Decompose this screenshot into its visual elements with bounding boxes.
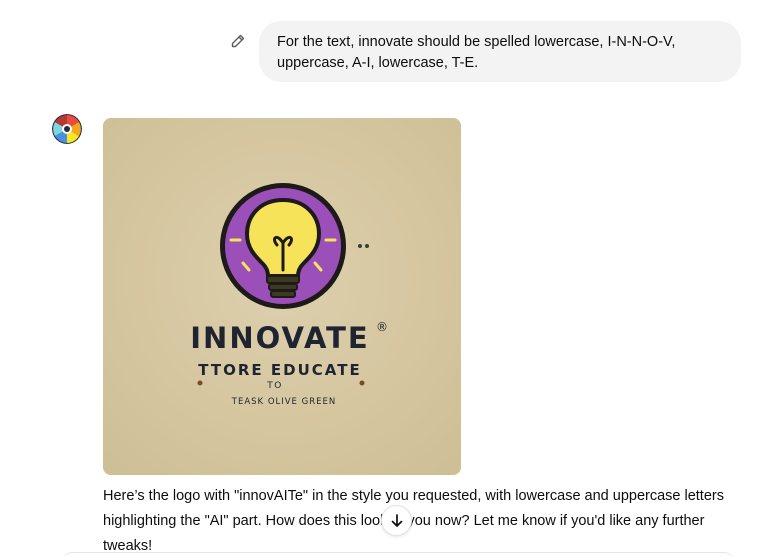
logo-brand-text: INNOVATE: [190, 321, 369, 355]
logo-tagline-2: TO: [266, 381, 283, 391]
logo-tagline-3: TEASK OLIVE GREEN: [231, 397, 336, 407]
logo-artwork: INNOVATE ® TTORE EDUCATE TO TEASK OLIVE …: [103, 118, 461, 475]
message-composer[interactable]: [62, 552, 734, 557]
generated-logo-image[interactable]: INNOVATE ® TTORE EDUCATE TO TEASK OLIVE …: [103, 118, 461, 475]
logo-tagline-1: TTORE EDUCATE: [198, 361, 361, 379]
assistant-avatar: [52, 114, 82, 144]
user-message-bubble: For the text, innovate should be spelled…: [259, 21, 741, 82]
assistant-message-text: Here’s the logo with "innovAITe" in the …: [103, 484, 753, 557]
edit-message-button[interactable]: [229, 32, 247, 50]
swirl-logo-icon: [52, 114, 82, 144]
assistant-reply-paragraph: Here’s the logo with "innovAITe" in the …: [103, 488, 724, 554]
user-message-text: For the text, innovate should be spelled…: [277, 34, 676, 71]
pencil-icon: [231, 34, 245, 48]
chat-area: For the text, innovate should be spelled…: [0, 0, 776, 557]
scroll-to-bottom-button[interactable]: [381, 505, 412, 536]
arrow-down-icon: [391, 513, 402, 527]
svg-text:®: ®: [376, 320, 388, 334]
